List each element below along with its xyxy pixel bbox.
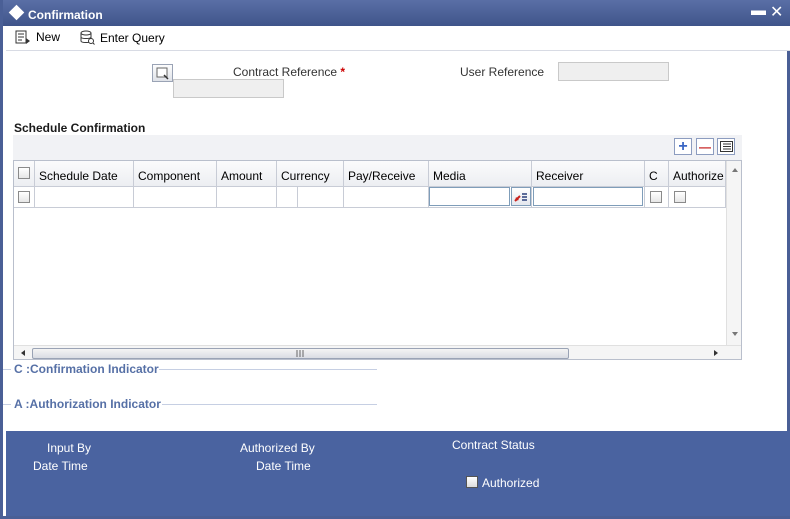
scroll-left-icon	[21, 350, 25, 356]
user-reference-input[interactable]	[558, 62, 669, 81]
component-cell	[134, 187, 217, 208]
schedule-grid: Schedule Date Component Amount Currency …	[13, 160, 742, 360]
col-c[interactable]: C	[645, 161, 669, 187]
receiver-input[interactable]	[533, 187, 643, 206]
amount-cell	[217, 187, 277, 208]
enter-query-button[interactable]: Enter Query	[79, 30, 165, 45]
window-diamond-icon	[8, 4, 25, 21]
query-icon	[80, 30, 95, 45]
horizontal-scroll-thumb[interactable]	[32, 348, 569, 359]
new-label: New	[36, 30, 61, 44]
confirmation-indicator-legend: C :Confirmation Indicator	[14, 362, 159, 376]
title-bar: Confirmation ▬ ✕	[3, 0, 790, 26]
scroll-right-icon	[714, 350, 718, 356]
col-schedule-date[interactable]: Schedule Date	[35, 161, 134, 187]
authorization-indicator-line	[162, 404, 377, 405]
authorize-checkbox[interactable]	[674, 191, 686, 203]
authorized-checkbox[interactable]	[466, 476, 478, 488]
authorized-label: Authorized	[482, 476, 540, 490]
col-component[interactable]: Component	[134, 161, 217, 187]
col-pay-receive[interactable]: Pay/Receive	[344, 161, 429, 187]
contract-reference-label-text: Contract Reference	[233, 65, 338, 79]
authorized-date-time-label: Date Time	[256, 459, 311, 473]
required-marker: *	[340, 65, 346, 79]
input-by-label: Input By	[47, 441, 92, 455]
toolbar: New Enter Query	[6, 26, 790, 51]
confirmation-window: Confirmation ▬ ✕ New Enter Query Contrac…	[0, 0, 790, 519]
authorized-by-label: Authorized By	[240, 441, 315, 455]
single-view-button[interactable]	[717, 138, 735, 155]
new-button[interactable]: New	[15, 30, 60, 44]
authorize-cell	[669, 187, 726, 208]
contract-lookup-button[interactable]	[152, 64, 173, 82]
minimize-button[interactable]: ▬	[751, 2, 766, 19]
schedule-date-cell	[35, 187, 134, 208]
horizontal-scrollbar[interactable]	[14, 345, 741, 359]
add-row-button[interactable]: +	[674, 138, 692, 155]
media-input[interactable]	[429, 187, 510, 206]
minus-icon: —	[699, 139, 711, 154]
schedule-confirmation-title: Schedule Confirmation	[14, 121, 146, 135]
select-all-checkbox[interactable]	[18, 167, 30, 179]
delete-row-button[interactable]: —	[696, 138, 714, 155]
media-cell	[429, 187, 532, 208]
enter-query-label: Enter Query	[100, 30, 165, 45]
window-title: Confirmation	[28, 8, 103, 22]
grip-icon	[296, 350, 304, 357]
scroll-up-icon	[732, 168, 738, 172]
new-record-icon	[15, 30, 30, 44]
confirmation-indicator-line	[159, 369, 377, 370]
receiver-cell	[532, 187, 645, 208]
contract-reference-label: Contract Reference *	[233, 65, 345, 79]
select-all-header	[14, 161, 35, 187]
row-select-checkbox[interactable]	[18, 191, 30, 203]
col-currency[interactable]: Currency	[277, 161, 344, 187]
currency-cell	[298, 187, 344, 208]
currency-prefix-cell	[277, 187, 298, 208]
plus-icon: +	[678, 137, 688, 155]
input-date-time-label: Date Time	[33, 459, 88, 473]
col-media[interactable]: Media	[429, 161, 532, 187]
contract-status-label: Contract Status	[452, 438, 535, 452]
list-view-icon	[719, 141, 733, 152]
authorization-indicator-line-left	[3, 404, 11, 405]
col-amount[interactable]: Amount	[217, 161, 277, 187]
lookup-icon	[156, 67, 169, 80]
col-authorize[interactable]: Authorize	[669, 161, 726, 187]
lov-list-icon	[514, 193, 527, 202]
grid-toolbar: + —	[13, 135, 742, 160]
scroll-down-icon	[732, 332, 738, 336]
media-lov-button[interactable]	[511, 187, 531, 206]
contract-reference-input[interactable]	[173, 79, 284, 98]
close-button[interactable]: ✕	[770, 2, 783, 22]
row-select-cell	[14, 187, 35, 208]
authorization-indicator-legend: A :Authorization Indicator	[14, 397, 161, 411]
confirmation-checkbox[interactable]	[650, 191, 662, 203]
confirmation-indicator-line-left	[3, 369, 11, 370]
pay-receive-cell	[344, 187, 429, 208]
c-cell	[645, 187, 669, 208]
vertical-scrollbar[interactable]	[726, 161, 741, 345]
user-reference-label: User Reference	[460, 65, 545, 79]
audit-footer: Input By Date Time Authorized By Date Ti…	[6, 431, 790, 516]
col-receiver[interactable]: Receiver	[532, 161, 645, 187]
